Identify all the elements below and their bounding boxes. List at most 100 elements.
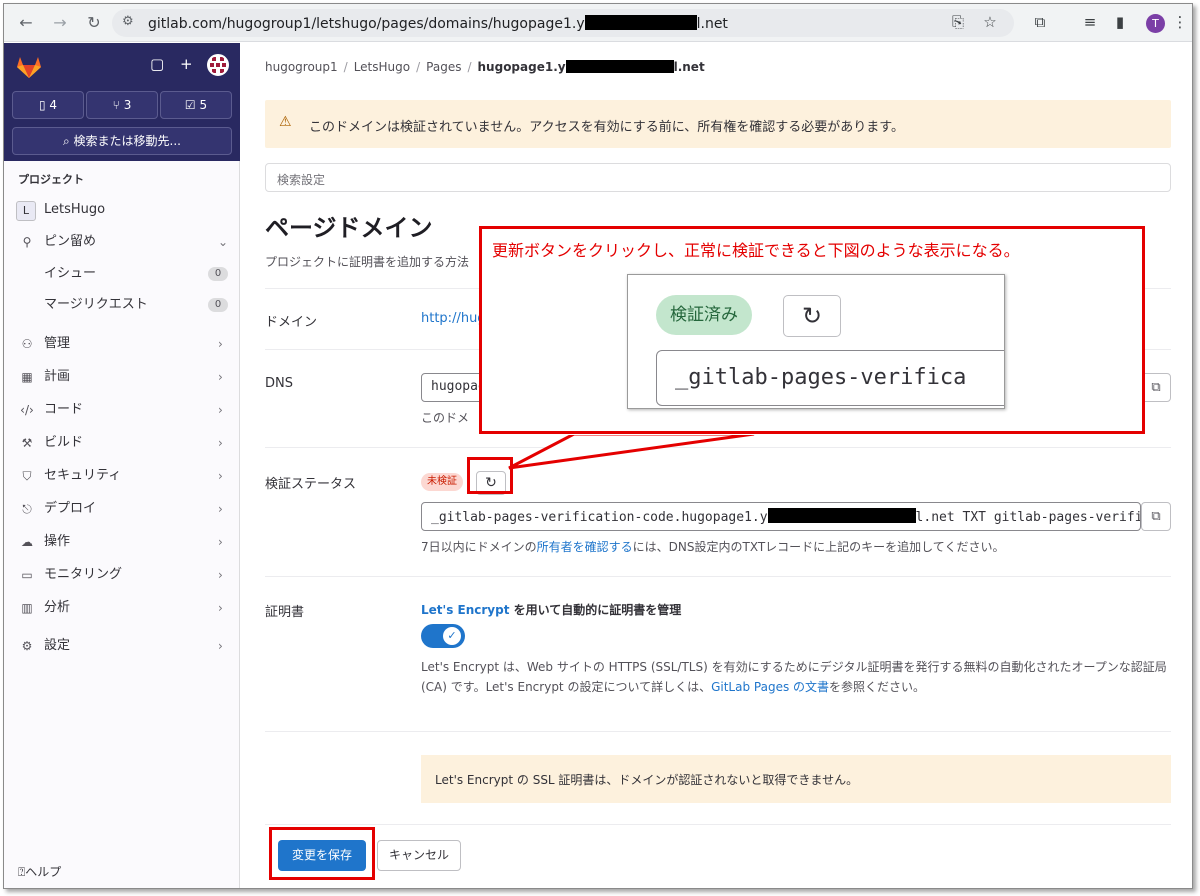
certificate-label: 証明書 — [265, 605, 305, 620]
chevron-down-icon: ⌄ — [218, 235, 229, 249]
redaction-mask — [767, 508, 916, 523]
verification-code-field[interactable]: _gitlab-pages-verification-code.hugopage… — [421, 502, 1141, 531]
merge-request-icon: ⑂ — [112, 98, 124, 112]
sidebar-item-deploy[interactable]: ⎋ デプロイ › — [4, 494, 240, 524]
copy-verification-button[interactable]: ⧉ — [1141, 502, 1171, 531]
install-icon[interactable]: ⎘ — [948, 13, 968, 31]
callout-text: 更新ボタンをクリックし、正常に検証できると下図のような表示になる。 — [492, 241, 1020, 260]
warning-alert: ⚠ このドメインは検証されていません。アクセスを有効にする前に、所有権を確認する… — [265, 100, 1171, 148]
sidebar-section-label: プロジェクト — [18, 173, 84, 186]
sidebar-header: ▢ + ▯ 4 ⑂ 3 ☑ 5 ⌕ 検索または移動先... — [4, 43, 240, 161]
sidebar-item-issues[interactable]: イシュー 0 — [4, 259, 240, 289]
breadcrumb-group[interactable]: hugogroup1 — [265, 60, 338, 74]
lets-encrypt-title: Let's Encrypt を用いて自動的に証明書を管理 — [421, 603, 682, 617]
reload-icon[interactable]: ↻ — [84, 13, 104, 33]
help-link[interactable]: ⍰ヘルプ — [18, 863, 61, 880]
shield-icon: ⛉ — [22, 469, 32, 483]
sidebar-item-project[interactable]: L LetsHugo — [4, 195, 240, 225]
sidebar-item-merge-requests[interactable]: マージリクエスト 0 — [4, 290, 240, 320]
verified-badge: 検証済み — [656, 295, 752, 335]
breadcrumb-pages[interactable]: Pages — [426, 60, 461, 74]
breadcrumb-project[interactable]: LetsHugo — [354, 60, 410, 74]
annotation-highlight-save — [269, 827, 375, 880]
chevron-right-icon: › — [218, 535, 223, 549]
zoomed-verified-preview: 検証済み ↻ _gitlab-pages-verifica — [627, 274, 1005, 409]
annotation-callout: 更新ボタンをクリックし、正常に検証できると下図のような表示になる。 検証済み ↻… — [479, 226, 1145, 434]
domain-link[interactable]: http://hug — [421, 311, 486, 326]
breadcrumb-current: hugopage1.y l.net — [477, 60, 705, 74]
site-info-icon[interactable]: ⚙ — [122, 14, 134, 29]
copy-dns-button[interactable]: ⧉ — [1141, 373, 1171, 402]
sidebar-item-security[interactable]: ⛉ セキュリティ › — [4, 461, 240, 491]
sidebar-item-pinned[interactable]: ⚲ ピン留め ⌄ — [4, 227, 240, 257]
rocket-icon: ⚒ — [21, 436, 33, 450]
sidebar: ▢ + ▯ 4 ⑂ 3 ☑ 5 ⌕ 検索または移動先... プロジェクト L L… — [4, 43, 240, 888]
issues-icon: ▯ — [38, 98, 50, 112]
sidebar-item-operate[interactable]: ☁ 操作 › — [4, 527, 240, 557]
divider — [265, 576, 1171, 577]
dns-help-text: このドメ — [421, 411, 470, 425]
menu-icon[interactable]: ⋮ — [1170, 13, 1190, 31]
monitor-icon: ▭ — [21, 568, 33, 582]
sidebar-item-manage[interactable]: ⚇ 管理 › — [4, 329, 240, 359]
browser-profile-avatar[interactable]: T — [1146, 14, 1165, 33]
deploy-icon: ⎋ — [22, 502, 32, 516]
verify-ownership-link[interactable]: 所有者を確認する — [537, 540, 633, 554]
copy-icon: ⧉ — [1151, 380, 1161, 395]
warning-icon: ⚠ — [279, 114, 292, 130]
pin-icon: ⚲ — [22, 235, 32, 249]
verification-help-text: 7日以内にドメインの所有者を確認するには、DNS設定内のTXTレコードに上記のキ… — [421, 540, 1005, 554]
back-icon[interactable]: ← — [16, 13, 36, 33]
search-settings-input[interactable]: 検索設定 — [265, 163, 1171, 192]
dns-label: DNS — [265, 376, 293, 391]
chevron-right-icon: › — [218, 502, 223, 516]
sidebar-item-plan[interactable]: ▦ 計画 › — [4, 362, 240, 392]
chevron-right-icon: › — [218, 436, 223, 450]
lets-encrypt-toggle[interactable]: ✓ — [421, 624, 465, 648]
unverified-badge: 未検証 — [421, 473, 463, 491]
gitlab-logo-icon[interactable] — [16, 55, 42, 79]
todos-count-button[interactable]: ☑ 5 — [160, 91, 232, 119]
browser-toolbar: ← → ↻ ⚙ gitlab.com/hugogroup1/letshugo/p… — [4, 4, 1192, 42]
zoomed-verification-field: _gitlab-pages-verifica — [656, 350, 1004, 406]
verification-status-label: 検証ステータス — [265, 477, 357, 492]
todo-icon: ☑ — [184, 98, 200, 112]
bookmark-star-icon[interactable]: ☆ — [980, 13, 1000, 31]
lets-encrypt-link[interactable]: Let's Encrypt — [421, 603, 509, 617]
divider — [265, 731, 1171, 732]
page-subtitle: プロジェクトに証明書を追加する方法 — [265, 255, 470, 269]
chevron-right-icon: › — [218, 370, 223, 384]
issues-count-button[interactable]: ▯ 4 — [12, 91, 84, 119]
create-new-icon[interactable]: + — [180, 55, 193, 73]
sidebar-item-code[interactable]: ‹/› コード › — [4, 395, 240, 425]
extensions-icon[interactable]: ⧉ — [1030, 13, 1050, 31]
zoomed-refresh-icon: ↻ — [783, 295, 841, 337]
sidebar-item-analyze[interactable]: ▥ 分析 › — [4, 593, 240, 623]
pages-docs-link[interactable]: GitLab Pages の文書 — [711, 680, 829, 694]
cancel-button[interactable]: キャンセル — [377, 840, 461, 871]
sidebar-item-settings[interactable]: ⚙ 設定 › — [4, 631, 240, 661]
sidebar-item-monitor[interactable]: ▭ モニタリング › — [4, 560, 240, 590]
gear-icon: ⚙ — [21, 639, 33, 653]
url-text: gitlab.com/hugogroup1/letshugo/pages/dom… — [148, 15, 728, 32]
project-avatar: L — [16, 201, 36, 221]
address-bar[interactable]: ⚙ gitlab.com/hugogroup1/letshugo/pages/d… — [112, 9, 1014, 37]
reading-list-icon[interactable]: ≡ — [1080, 13, 1100, 31]
sidebar-toggle-icon[interactable]: ▢ — [150, 55, 164, 73]
copy-icon: ⧉ — [1151, 509, 1161, 524]
divider — [265, 824, 1171, 825]
chart-icon: ▥ — [21, 601, 33, 615]
page-title: ページドメイン — [265, 214, 433, 242]
chevron-right-icon: › — [218, 601, 223, 615]
search-icon: ⌕ — [63, 134, 74, 148]
chevron-right-icon: › — [218, 639, 223, 653]
check-icon: ✓ — [443, 627, 461, 645]
merge-requests-count-button[interactable]: ⑂ 3 — [86, 91, 158, 119]
side-panel-icon[interactable]: ▮ — [1110, 13, 1130, 31]
breadcrumb: hugogroup1/LetsHugo / Pages / hugopage1.y l.n… — [265, 60, 705, 74]
search-or-go-to-button[interactable]: ⌕ 検索または移動先... — [12, 127, 232, 155]
sidebar-item-build[interactable]: ⚒ ビルド › — [4, 428, 240, 458]
forward-icon[interactable]: → — [50, 13, 70, 33]
user-avatar[interactable] — [207, 54, 229, 76]
domain-label: ドメイン — [265, 315, 318, 330]
